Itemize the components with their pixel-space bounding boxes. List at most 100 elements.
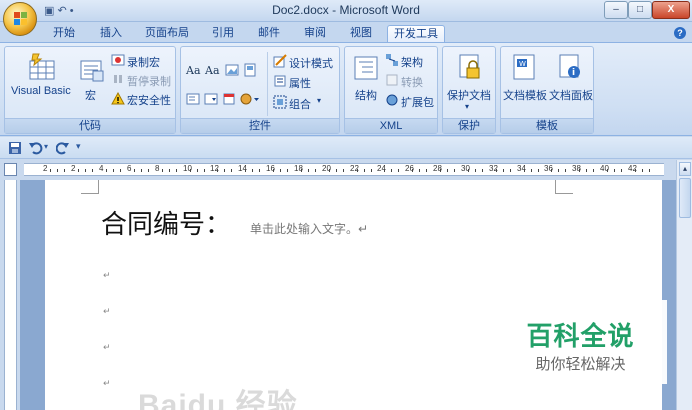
customize-toolbar-icon[interactable]: ▾ <box>76 141 81 152</box>
paragraph-mark: ↵ <box>103 306 111 316</box>
legacy-tools-icon[interactable] <box>240 92 260 106</box>
ruler-tick <box>357 169 358 172</box>
ruler-tick <box>85 169 86 172</box>
protect-document-button[interactable]: 保护文档 <box>447 87 491 103</box>
ruler-tick <box>224 169 225 172</box>
vertical-ruler <box>4 180 17 410</box>
pause-record-button[interactable]: 暂停录制 <box>127 73 171 89</box>
group-templates: W 文档模板 i 文档面板 模板 <box>500 46 594 134</box>
document-template-button[interactable]: 文档模板 <box>503 87 547 103</box>
margin-corner-right <box>555 180 573 194</box>
expansion-pack-button[interactable]: 扩展包 <box>401 94 434 110</box>
ruler-number: 2 <box>71 164 76 173</box>
ruler-number: 4 <box>99 164 104 173</box>
ruler-tick <box>496 169 497 172</box>
content-control-placeholder[interactable]: 单击此处输入文字。↵ <box>250 220 368 237</box>
ruler-tick <box>565 169 566 172</box>
ruler-tick <box>454 169 455 172</box>
maximize-button[interactable]: □ <box>628 1 652 19</box>
record-macro-icon <box>111 54 125 66</box>
record-macro-button[interactable]: 录制宏 <box>127 54 160 70</box>
ruler-tick <box>287 169 288 172</box>
group-label-templates: 模板 <box>501 118 593 133</box>
ruler-tick <box>364 169 365 172</box>
ruler-tick <box>176 169 177 172</box>
redo-icon[interactable] <box>56 141 70 155</box>
ruler-number: 2 <box>43 164 48 173</box>
vertical-scrollbar[interactable]: ▴ <box>676 160 692 410</box>
svg-text:W: W <box>519 60 526 68</box>
close-button[interactable]: X <box>652 1 690 19</box>
scroll-up-icon[interactable]: ▴ <box>679 162 691 176</box>
baidu-watermark: Baidu 经验 <box>138 389 298 410</box>
plain-text-control[interactable]: Aa <box>205 64 220 77</box>
ruler-tick <box>607 169 608 172</box>
ruler-tick <box>204 169 205 172</box>
ruler-tick <box>538 169 539 172</box>
tab-selector-icon[interactable] <box>4 163 17 176</box>
group-button[interactable]: 组合 <box>289 96 311 112</box>
visual-basic-icon <box>29 53 55 80</box>
dropdown-list-icon[interactable] <box>204 92 218 106</box>
ruler-tick <box>336 169 337 172</box>
design-mode-button[interactable]: 设计模式 <box>289 55 333 71</box>
ruler-tick <box>579 169 580 172</box>
properties-button[interactable]: 属性 <box>289 75 311 91</box>
controls-divider <box>267 52 268 116</box>
tab-mailings[interactable]: 邮件 <box>251 25 287 42</box>
ruler-tick <box>586 169 587 172</box>
ruler-tick <box>190 169 191 172</box>
schema-button[interactable]: 架构 <box>401 54 423 70</box>
office-button[interactable] <box>3 2 37 36</box>
ruler-strip[interactable]: 2 2 4 6 8 10 12 14 16 18 20 22 24 26 28 30 32 34 36 38 40 42 <box>24 163 664 176</box>
group-label-code: 代码 <box>5 118 175 133</box>
visual-basic-button[interactable]: Visual Basic <box>11 85 71 97</box>
transform-button[interactable]: 转换 <box>401 74 423 90</box>
combo-box-icon[interactable] <box>186 92 200 106</box>
office-logo-icon <box>14 12 27 25</box>
ruler-tick <box>231 169 232 172</box>
rich-text-control[interactable]: Aa <box>186 64 201 77</box>
ruler-tick <box>113 169 114 172</box>
pause-record-icon <box>114 75 122 83</box>
ruler-tick <box>426 169 427 172</box>
ruler-tick <box>197 169 198 172</box>
building-block-icon[interactable] <box>243 63 257 77</box>
document-template-icon: W <box>513 54 535 80</box>
document-panel-button[interactable]: 文档面板 <box>549 87 593 103</box>
group-label-protect: 保护 <box>443 118 495 133</box>
warning-icon <box>111 92 125 105</box>
ruler-tick <box>391 169 392 172</box>
picture-control-icon[interactable] <box>225 63 239 77</box>
ruler-tick <box>642 169 643 172</box>
macro-security-button[interactable]: 宏安全性 <box>127 92 171 108</box>
tab-review[interactable]: 审阅 <box>297 25 333 42</box>
scroll-thumb[interactable] <box>679 178 691 218</box>
design-mode-icon <box>273 54 287 68</box>
watermark-title: 百科全说 <box>526 321 635 351</box>
date-picker-icon[interactable] <box>222 92 236 106</box>
minimize-button[interactable]: – <box>604 1 628 19</box>
document-panel-icon: i <box>559 54 580 78</box>
group-icon <box>273 95 287 109</box>
ribbon-tabs: 开始 插入 页面布局 引用 邮件 审阅 视图 开发工具 ? <box>0 22 692 42</box>
tab-home[interactable]: 开始 <box>46 25 82 42</box>
tab-page-layout[interactable]: 页面布局 <box>140 25 194 42</box>
ruler-tick <box>343 169 344 172</box>
ruler-tick <box>440 169 441 172</box>
ruler-tick <box>614 169 615 172</box>
save-icon[interactable] <box>8 141 22 155</box>
ruler-tick <box>64 169 65 172</box>
tab-view[interactable]: 视图 <box>343 25 379 42</box>
tab-developer[interactable]: 开发工具 <box>387 25 445 42</box>
tab-references[interactable]: 引用 <box>205 25 241 42</box>
macro-button[interactable]: 宏 <box>85 87 96 103</box>
structure-button[interactable]: 结构 <box>355 87 377 103</box>
undo-dropdown-icon[interactable]: ▾ <box>44 142 48 151</box>
paragraph-mark: ↵ <box>103 342 111 352</box>
ruler-tick <box>162 169 163 172</box>
help-icon[interactable]: ? <box>674 27 686 39</box>
tab-insert[interactable]: 插入 <box>93 25 129 42</box>
ruler-tick <box>621 169 622 172</box>
undo-icon[interactable] <box>28 141 44 155</box>
